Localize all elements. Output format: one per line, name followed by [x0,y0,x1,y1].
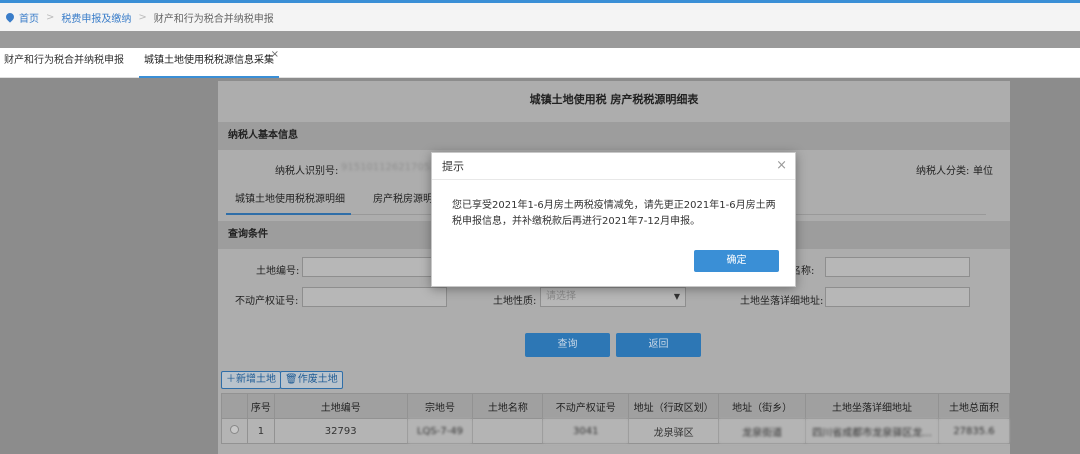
breadcrumb-separator-icon: > [46,11,55,23]
row-address: 四川省成都市龙泉驿区龙... [805,418,939,444]
row-cert-no: 3041 [542,418,630,444]
back-button[interactable]: 返回 [616,333,701,357]
row-index: 1 [246,418,275,444]
trash-icon: 🗑 [285,374,298,385]
row-land-no: 32793 [273,418,408,444]
plus-icon: ＋ [226,374,236,385]
section-basic-info: 纳税人基本信息 [218,122,1010,150]
tab-bar: 财产和行为税合并纳税申报 城镇土地使用税税源信息采集 × [0,48,1080,78]
dialog-title: 提示 [432,153,795,180]
table-header: 土地名称 [472,393,544,419]
land-address-input[interactable] [825,287,970,307]
table-header-row: 序号 土地编号 宗地号 土地名称 不动产权证号 地址（行政区划） 地址（街乡） … [221,393,1011,419]
land-table: 序号 土地编号 宗地号 土地名称 不动产权证号 地址（行政区划） 地址（街乡） … [221,393,1011,444]
radio-icon[interactable] [229,425,239,434]
row-radio-cell[interactable] [221,418,248,444]
breadcrumb-current: 财产和行为税合并纳税申报 [153,13,274,25]
page-title: 城镇土地使用税 房产税税源明细表 [529,93,699,106]
table-row[interactable]: 1 32793 LQS-7-49 3041 龙泉驿区 龙泉街道 四川省成都市龙泉… [221,418,1011,444]
land-nature-placeholder: 请选择 [546,291,576,302]
land-no-input[interactable] [302,257,447,277]
land-nature-select[interactable]: 请选择 ▼ [540,287,686,307]
table-header: 土地编号 [273,393,408,419]
caret-down-icon: ▼ [673,292,680,301]
breadcrumb: 首页 > 税费申报及缴纳 > 财产和行为税合并纳税申报 [0,3,1080,31]
void-land-label: 作废土地 [297,374,338,385]
taxpayer-type-value: 单位 [973,166,993,177]
land-address-label: 土地坐落详细地址: [740,296,824,307]
dialog-message: 您已享受2021年1-6月房土两税疫情减免，请先更正2021年1-6月房土两税申… [452,200,776,227]
table-header: 土地总面积 [937,393,1011,419]
row-street: 龙泉街道 [718,418,807,444]
table-header: 序号 [246,393,275,419]
close-icon[interactable]: × [776,158,787,173]
land-no-label: 土地编号: [256,266,300,277]
property-cert-label: 不动产权证号: [235,296,299,307]
breadcrumb-separator-icon: > [138,11,147,23]
breadcrumb-level1[interactable]: 税费申报及缴纳 [61,10,131,25]
table-header: 不动产权证号 [542,393,630,419]
query-button[interactable]: 查询 [525,333,610,357]
table-header: 土地坐落详细地址 [805,393,939,419]
table-header [221,393,248,419]
tab-combined-declaration[interactable]: 财产和行为税合并纳税申报 [4,48,124,78]
taxpayer-type-label: 纳税人分类: [916,166,970,177]
tab-land-tax-source[interactable]: 城镇土地使用税税源信息采集 × [139,48,279,78]
land-name-input[interactable] [825,257,970,277]
add-land-button[interactable]: ＋新增土地 [221,371,281,389]
subtab-land-tax[interactable]: 城镇土地使用税税源明细 [226,189,351,215]
notice-dialog: 提示 × 您已享受2021年1-6月房土两税疫情减免，请先更正2021年1-6月… [431,152,796,287]
property-cert-input[interactable] [302,287,447,307]
row-land-name [472,418,544,444]
void-land-button[interactable]: 🗑作废土地 [280,371,343,389]
tab-label: 城镇土地使用税税源信息采集 [144,55,274,66]
confirm-button[interactable]: 确定 [694,250,779,272]
add-land-label: 新增土地 [236,374,276,385]
row-district: 龙泉驿区 [628,418,720,444]
table-header: 地址（街乡） [718,393,807,419]
land-nature-label: 土地性质: [493,296,537,307]
row-parcel-no: LQS-7-49 [406,418,474,444]
taxpayer-id-label: 纳税人识别号: [275,166,339,177]
row-area: 27835.6 [937,418,1011,444]
location-pin-icon [4,11,16,23]
table-header: 宗地号 [406,393,474,419]
tab-close-icon[interactable]: × [271,42,279,68]
breadcrumb-home[interactable]: 首页 [19,10,39,25]
table-header: 地址（行政区划） [628,393,720,419]
